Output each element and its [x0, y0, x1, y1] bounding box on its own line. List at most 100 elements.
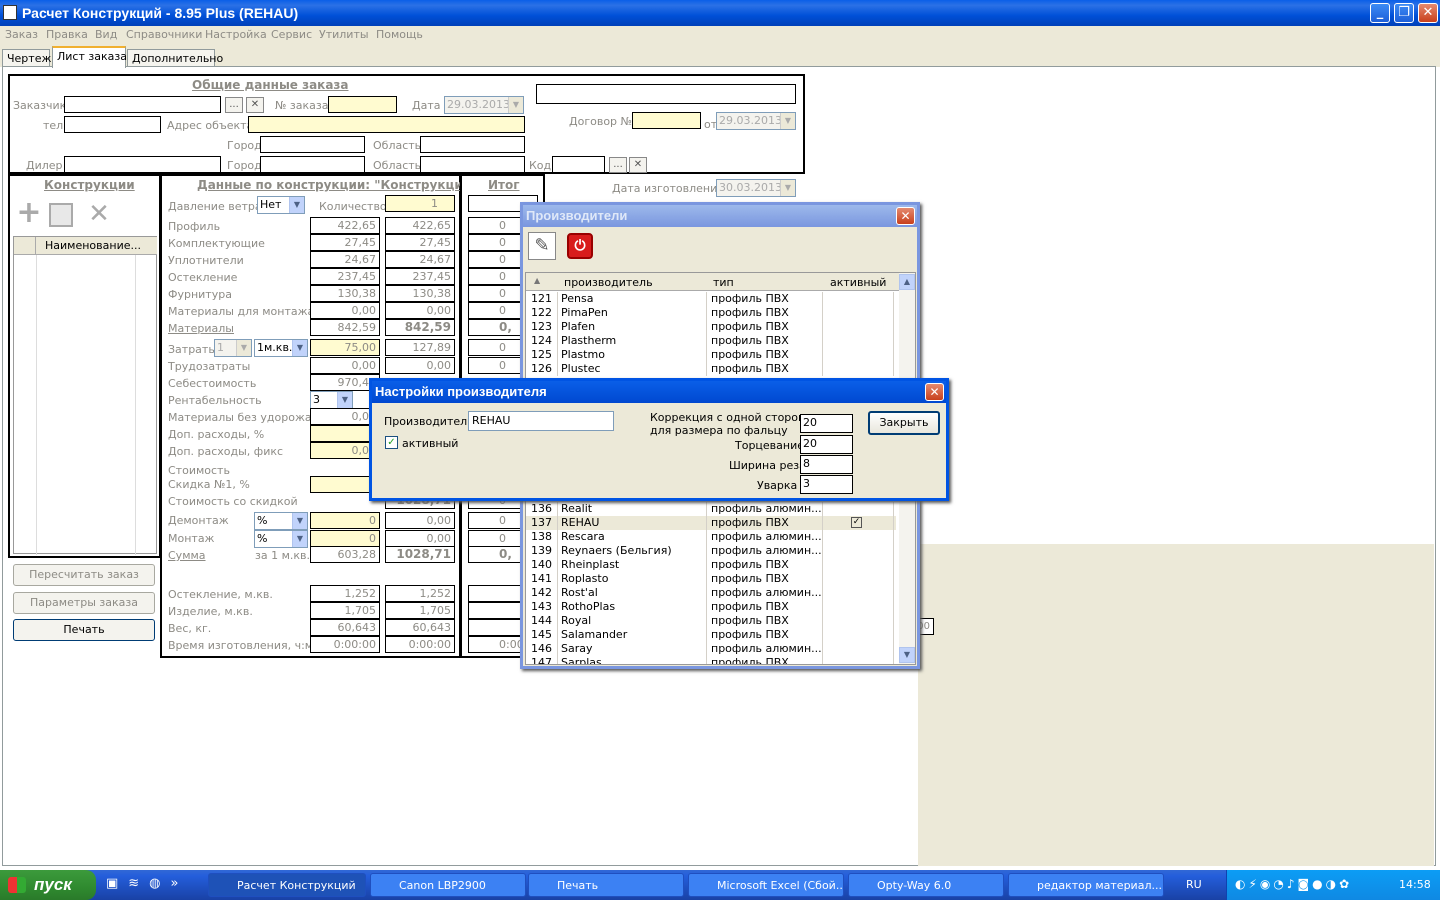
minimize-button[interactable]: _ — [1370, 3, 1390, 23]
dismount-value-a[interactable]: 0 — [310, 512, 380, 529]
mount-value-a[interactable]: 0 — [310, 530, 380, 547]
window-titlebar[interactable]: Расчет Конструкций - 8.95 Plus (REHAU) _… — [0, 0, 1440, 26]
task-optyway[interactable]: Opty-Way 6.0 — [848, 873, 1004, 897]
recalc-order-button[interactable]: Пересчитать заказ — [13, 564, 155, 586]
facing-field[interactable]: 20 — [800, 435, 853, 454]
constructions-grid[interactable]: Наименование... — [13, 236, 157, 555]
table-row[interactable]: 145 Salamander профиль ПВХ — [526, 628, 896, 642]
tab-drawing[interactable]: Чертеж — [2, 49, 51, 67]
table-row[interactable]: 126 Plustec профиль ПВХ — [526, 362, 896, 376]
code-field[interactable] — [552, 156, 605, 173]
correction-field[interactable]: 20 — [800, 414, 853, 433]
address-field[interactable] — [248, 116, 525, 133]
table-row[interactable]: 140 Rheinplast профиль ПВХ — [526, 558, 896, 572]
language-indicator[interactable]: RU — [1186, 878, 1202, 891]
table-row[interactable]: 123 Plafen профиль ПВХ — [526, 320, 896, 334]
close-button[interactable]: ✕ — [1418, 3, 1438, 23]
costs-select[interactable]: 1 ▼ — [214, 339, 252, 357]
table-row[interactable]: 122 PimaPen профиль ПВХ — [526, 306, 896, 320]
col-producer[interactable]: производитель — [564, 276, 653, 289]
date-picker[interactable]: 29.03.2013 ▼ — [444, 96, 524, 114]
customer-clear-button[interactable]: ✕ — [246, 97, 264, 113]
region-field[interactable] — [420, 136, 525, 153]
menu-view[interactable]: Вид — [95, 28, 117, 41]
costs-unit-select[interactable]: 1м.кв. ▼ — [254, 339, 308, 357]
settings-close-x-button[interactable]: ✕ — [925, 383, 944, 401]
manufacture-date-picker[interactable]: 30.03.2013 ▼ — [716, 179, 796, 197]
menu-order[interactable]: Заказ — [5, 28, 38, 41]
power-icon[interactable]: ⏻ — [567, 233, 593, 259]
note-field[interactable] — [536, 84, 796, 104]
table-row[interactable]: 143 RothoPlas профиль ПВХ — [526, 600, 896, 614]
code-clear-button[interactable]: ✕ — [629, 157, 647, 173]
contract-date-picker[interactable]: 29.03.2013 ▼ — [716, 112, 796, 130]
city-field[interactable] — [260, 136, 365, 153]
materials-link[interactable]: Материалы — [168, 322, 234, 335]
table-row[interactable]: 146 Saray профиль алюмин... — [526, 642, 896, 656]
table-row[interactable]: 144 Royal профиль ПВХ — [526, 614, 896, 628]
quick-launch[interactable]: ▣≋◍» — [106, 876, 198, 894]
shrink-field[interactable]: 3 — [800, 475, 853, 494]
table-row[interactable]: 139 Reynaers (Бельгия) профиль алюмин... — [526, 544, 896, 558]
menu-help[interactable]: Помощь — [376, 28, 423, 41]
code-browse-button[interactable]: ... — [609, 157, 627, 173]
menu-references[interactable]: Справочники — [126, 28, 202, 41]
menu-edit[interactable]: Правка — [46, 28, 88, 41]
customer-field[interactable] — [64, 96, 221, 113]
sum-link[interactable]: Сумма — [168, 549, 206, 562]
order-no-field[interactable] — [328, 96, 397, 113]
wind-select[interactable]: Нет ▼ — [257, 196, 305, 214]
tray-icons[interactable]: ◐⚡◉◔♪◙●◑✿ — [1235, 877, 1385, 893]
scroll-up-icon[interactable]: ▲ — [899, 274, 915, 290]
table-row[interactable]: 124 Plastherm профиль ПВХ — [526, 334, 896, 348]
tab-order-sheet[interactable]: Лист заказа — [52, 46, 127, 68]
col-type[interactable]: тип — [713, 276, 734, 289]
cut-width-field[interactable]: 8 — [800, 455, 853, 474]
task-excel[interactable]: Microsoft Excel (Сбой... — [688, 873, 844, 897]
table-row[interactable]: 125 Plastmo профиль ПВХ — [526, 348, 896, 362]
producers-close-button[interactable]: ✕ — [896, 207, 915, 225]
col-active[interactable]: активный — [830, 276, 886, 289]
row-producer: Reynaers (Бельгия) — [561, 544, 672, 557]
contract-field[interactable] — [632, 112, 701, 129]
add-icon[interactable]: + — [15, 198, 43, 228]
table-row[interactable]: 141 Roplasto профиль ПВХ — [526, 572, 896, 586]
maximize-button[interactable]: ❐ — [1394, 3, 1414, 23]
dealer-city-field[interactable] — [260, 156, 365, 173]
table-row[interactable]: 121 Pensa профиль ПВХ — [526, 292, 896, 306]
active-checkbox-cell[interactable]: ✓ — [851, 517, 862, 528]
task-material-editor[interactable]: редактор материал... — [1008, 873, 1164, 897]
dealer-region-field[interactable] — [420, 156, 525, 173]
table-row[interactable]: 137 REHAU профиль ПВХ ✓ — [526, 516, 896, 530]
costs-value-a[interactable]: 75,00 — [310, 339, 380, 356]
table-row[interactable]: 138 Rescara профиль алюмин... — [526, 530, 896, 544]
producer-name-field[interactable]: REHAU — [468, 411, 614, 431]
edit-producer-icon[interactable]: ✎ — [528, 232, 556, 260]
task-calc[interactable]: Расчет Конструкций — [208, 873, 366, 897]
print-button[interactable]: Печать — [13, 619, 155, 641]
tab-additional[interactable]: Дополнительно — [127, 49, 223, 67]
edit-icon[interactable] — [49, 203, 73, 227]
table-row[interactable]: 136 Realit профиль алюмин... — [526, 502, 896, 516]
dealer-field[interactable] — [64, 156, 221, 173]
delete-icon[interactable]: ✕ — [85, 200, 113, 228]
phone-field[interactable] — [64, 116, 161, 133]
producer-settings-dialog[interactable]: Настройки производителя ✕ Производитель … — [369, 378, 949, 501]
settings-close-button[interactable]: Закрыть — [868, 411, 940, 435]
qty-field[interactable]: 1 — [385, 195, 455, 212]
customer-browse-button[interactable]: ... — [225, 97, 243, 113]
mount-unit-select[interactable]: % ▼ — [254, 530, 308, 548]
active-checkbox[interactable]: ✓ — [385, 436, 398, 449]
task-canon[interactable]: Canon LBP2900 — [370, 873, 526, 897]
constructions-col-name[interactable]: Наименование... — [36, 237, 157, 255]
table-row[interactable]: 142 Rost'al профиль алюмин... — [526, 586, 896, 600]
profit-select[interactable]: 3 ▼ — [310, 391, 353, 409]
menu-utilities[interactable]: Утилиты — [319, 28, 369, 41]
menu-settings[interactable]: Настройка — [205, 28, 267, 41]
task-print[interactable]: Печать — [528, 873, 684, 897]
table-row[interactable]: 147 Sarplas профиль ПВХ — [526, 656, 896, 664]
scroll-down-icon[interactable]: ▼ — [899, 647, 915, 663]
order-params-button[interactable]: Параметры заказа — [13, 592, 155, 614]
menu-service[interactable]: Сервис — [271, 28, 312, 41]
dismount-unit-select[interactable]: % ▼ — [254, 512, 308, 530]
